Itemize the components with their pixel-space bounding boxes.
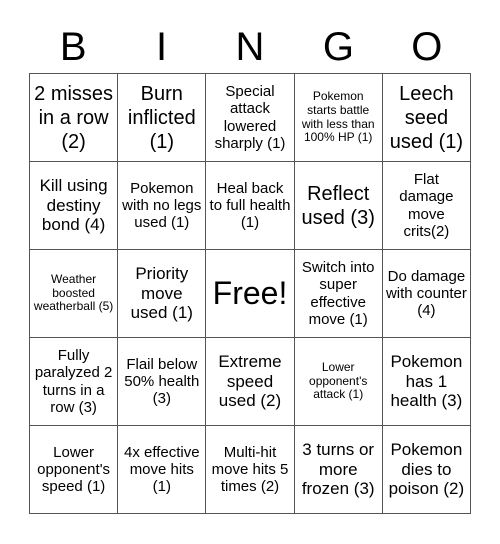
bingo-cell[interactable]: Multi-hit move hits 5 times (2) [206, 426, 295, 514]
bingo-cell[interactable]: Leech seed used (1) [382, 74, 471, 162]
bingo-cell[interactable]: Reflect used (3) [294, 162, 383, 250]
bingo-cell[interactable]: Weather boosted weatherball (5) [30, 250, 119, 338]
bingo-cell[interactable]: Extreme speed used (2) [206, 338, 295, 426]
bingo-cell[interactable]: Kill using destiny bond (4) [30, 162, 119, 250]
bingo-cell[interactable]: Lower opponent's attack (1) [294, 338, 383, 426]
header-letter-i: I [156, 25, 168, 69]
bingo-cell[interactable]: Pokemon starts battle with less than 100… [294, 74, 383, 162]
bingo-cell[interactable]: Pokemon has 1 health (3) [382, 338, 471, 426]
bingo-board: 2 misses in a row (2) Burn inflicted (1) S… [29, 73, 471, 514]
bingo-cell[interactable]: 4x effective move hits (1) [118, 426, 207, 514]
bingo-cell[interactable]: Heal back to full health (1) [206, 162, 295, 250]
bingo-cell[interactable]: Fully paralyzed 2 turns in a row (3) [30, 338, 119, 426]
bingo-cell[interactable]: Priority move used (1) [118, 250, 207, 338]
bingo-cell[interactable]: Pokemon dies to poison (2) [382, 426, 471, 514]
bingo-cell[interactable]: Lower opponent's speed (1) [30, 426, 119, 514]
header-letter-b: B [59, 25, 87, 69]
bingo-cell[interactable]: Do damage with counter (4) [382, 250, 471, 338]
bingo-cell[interactable]: 3 turns or more frozen (3) [294, 426, 383, 514]
bingo-cell[interactable]: Flat damage move crits(2) [382, 162, 471, 250]
bingo-cell[interactable]: Special attack lowered sharply (1) [206, 74, 295, 162]
header-letter-n: N [235, 25, 265, 69]
bingo-cell[interactable]: Switch into super effective move (1) [294, 250, 383, 338]
bingo-header: B I N G O [29, 22, 471, 72]
free-space[interactable]: Free! [206, 250, 295, 338]
bingo-cell[interactable]: Flail below 50% health (3) [118, 338, 207, 426]
bingo-cell[interactable]: 2 misses in a row (2) [30, 74, 119, 162]
header-letter-g: G [322, 25, 354, 69]
header-letter-o: O [411, 25, 443, 69]
bingo-cell[interactable]: Burn inflicted (1) [118, 74, 207, 162]
bingo-cell[interactable]: Pokemon with no legs used (1) [118, 162, 207, 250]
